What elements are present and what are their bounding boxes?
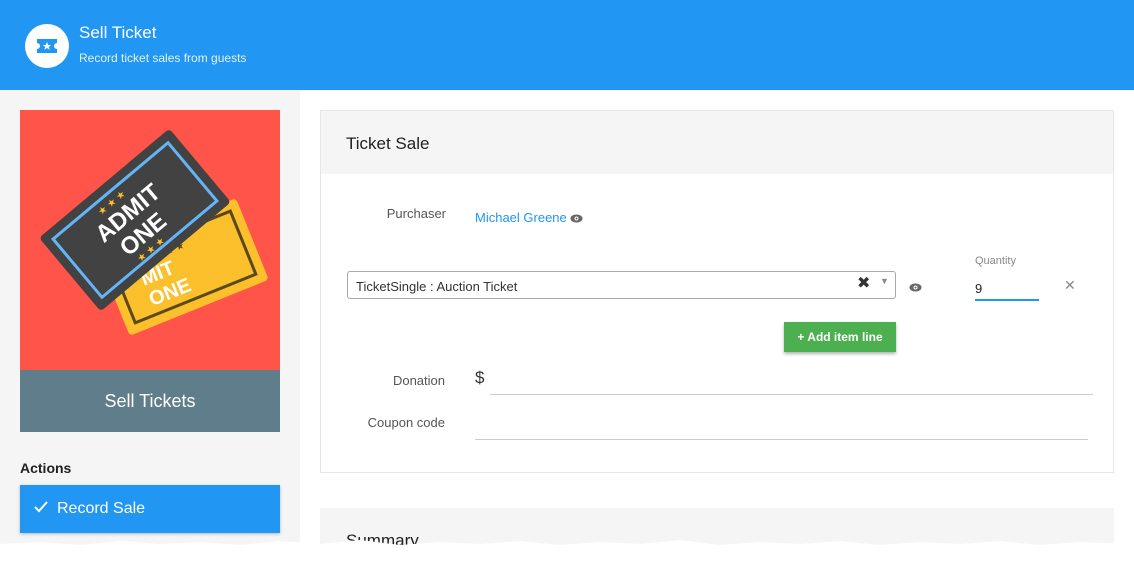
record-sale-label: Record Sale [57, 500, 146, 517]
panel-header: Ticket Sale [321, 111, 1113, 174]
purchaser-link[interactable]: Michael Greene [475, 210, 583, 226]
quantity-input[interactable] [975, 277, 1039, 301]
sidebar: MIT ONE ★ ★ ★ ADMIT ONE ★ ★ ★ ★ ★ ★ Sell… [0, 90, 300, 573]
check-icon [34, 500, 48, 518]
actions-heading: Actions [20, 460, 72, 476]
coupon-input[interactable] [475, 439, 1088, 440]
remove-line-icon[interactable]: ✕ [1064, 277, 1076, 294]
item-eye-icon[interactable] [909, 279, 922, 297]
coupon-label: Coupon code [367, 415, 445, 430]
donation-input[interactable] [490, 394, 1093, 395]
currency-symbol: $ [475, 368, 485, 387]
ticket-item-select[interactable]: TicketSingle : Auction Ticket [347, 271, 896, 299]
ticket-star-icon [25, 24, 69, 68]
purchaser-name: Michael Greene [475, 210, 567, 225]
quantity-label: Quantity [975, 255, 1016, 267]
donation-label: Donation [392, 373, 445, 388]
purchaser-label: Purchaser [386, 206, 446, 221]
page-subtitle: Record ticket sales from guests [79, 51, 247, 65]
card-caption: Sell Tickets [20, 370, 280, 432]
torn-edge-decoration [0, 540, 1134, 573]
add-item-line-button[interactable]: + Add item line [784, 322, 896, 352]
panel-title: Ticket Sale [346, 134, 430, 153]
record-sale-button[interactable]: Record Sale [20, 485, 280, 533]
eye-icon[interactable] [570, 211, 583, 226]
ticket-sale-panel: Ticket Sale Purchaser Michael Greene Tic… [320, 110, 1114, 473]
clear-selection-icon[interactable]: ✖ [857, 273, 870, 293]
dropdown-arrow-icon[interactable]: ▼ [880, 276, 889, 286]
admit-one-tickets-illustration: MIT ONE ★ ★ ★ ADMIT ONE ★ ★ ★ ★ ★ ★ [20, 110, 280, 370]
page-title: Sell Ticket [79, 23, 157, 42]
page-header: Sell Ticket Record ticket sales from gue… [0, 0, 1134, 90]
